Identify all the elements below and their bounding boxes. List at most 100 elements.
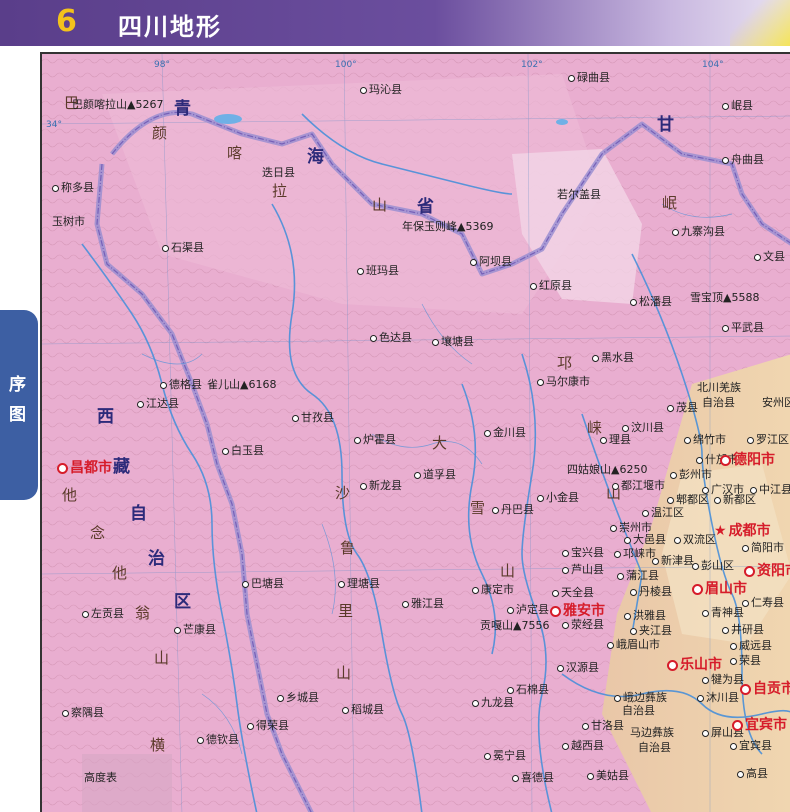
place-label[interactable]: 犍为县 [702,674,744,686]
place-label[interactable]: 马边彝族 [630,727,674,739]
place-label[interactable]: 郫都区 [667,494,709,506]
place-label[interactable]: 色达县 [370,332,412,344]
place-label[interactable]: 天全县 [552,587,594,599]
place-label[interactable]: 丹巴县 [492,504,534,516]
city-label[interactable]: 昌都市 [57,457,112,477]
place-label[interactable]: 炉霍县 [354,434,396,446]
place-label[interactable]: 碌曲县 [568,72,610,84]
place-label[interactable]: 喜德县 [512,772,554,784]
place-label[interactable]: 夹江县 [630,625,672,637]
place-label[interactable]: 迭日县 [262,167,295,179]
place-label[interactable]: 蒲江县 [617,570,659,582]
place-label[interactable]: 九龙县 [472,697,514,709]
place-label[interactable]: 理塘县 [338,578,380,590]
place-label[interactable]: 察隅县 [62,707,104,719]
place-label[interactable]: 巴颜喀拉山▲5267 [72,99,163,111]
place-label[interactable]: 井研县 [722,624,764,636]
place-label[interactable]: 称多县 [52,182,94,194]
place-label[interactable]: 高度表 [84,772,117,784]
place-label[interactable]: 越西县 [562,740,604,752]
place-label[interactable]: 简阳市 [742,542,784,554]
city-label[interactable]: 自贡市 [740,678,790,698]
place-label[interactable]: 安州区 [762,397,790,409]
place-label[interactable]: 甘孜县 [292,412,334,424]
place-label[interactable]: 沐川县 [697,692,739,704]
place-label[interactable]: 青神县 [702,607,744,619]
place-label[interactable]: 峨眉山市 [607,639,660,651]
place-label[interactable]: 荥经县 [562,619,604,631]
place-label[interactable]: 自治县 [702,397,735,409]
place-label[interactable]: 文县 [754,251,785,263]
place-label[interactable]: 雅江县 [402,598,444,610]
place-label[interactable]: 宝兴县 [562,547,604,559]
place-label[interactable]: 仁寿县 [742,597,784,609]
place-label[interactable]: 白玉县 [222,445,264,457]
place-label[interactable]: 甘洛县 [582,720,624,732]
place-label[interactable]: 阿坝县 [470,256,512,268]
place-label[interactable]: 得荣县 [247,720,289,732]
place-label[interactable]: 康定市 [472,584,514,596]
place-label[interactable]: 峨边彝族 [614,692,667,704]
place-label[interactable]: 舟曲县 [722,154,764,166]
place-label[interactable]: 乡城县 [277,692,319,704]
place-label[interactable]: 自治县 [638,742,671,754]
place-label[interactable]: 玉树市 [52,216,85,228]
place-label[interactable]: 道孚县 [414,469,456,481]
place-label[interactable]: 大邑县 [624,534,666,546]
place-label[interactable]: 金川县 [484,427,526,439]
place-label[interactable]: 邛崃市 [614,548,656,560]
place-label[interactable]: 洪雅县 [624,610,666,622]
place-label[interactable]: 黑水县 [592,352,634,364]
place-label[interactable]: 美姑县 [587,770,629,782]
place-label[interactable]: 双流区 [674,534,716,546]
place-label[interactable]: 左贡县 [82,608,124,620]
place-label[interactable]: 小金县 [537,492,579,504]
place-label[interactable]: 德格县 [160,379,202,391]
place-label[interactable]: 汉源县 [557,662,599,674]
place-label[interactable]: 平武县 [722,322,764,334]
place-label[interactable]: 高县 [737,768,768,780]
place-label[interactable]: 马尔康市 [537,376,590,388]
city-label[interactable]: ★ 成都市 [714,520,771,540]
place-label[interactable]: 巴塘县 [242,578,284,590]
terrain-map[interactable]: 98° 100° 102° 104° 34° 青海省甘西藏自治区巴颜喀拉山岷邛崃山大雪山沙… [40,52,790,812]
city-label[interactable]: 德阳市 [720,449,775,469]
place-label[interactable]: 石渠县 [162,242,204,254]
place-label[interactable]: 彭州市 [670,469,712,481]
side-tab[interactable]: 序 图 [0,310,38,500]
place-label[interactable]: 彭山区 [692,560,734,572]
place-label[interactable]: 中江县 [750,484,790,496]
city-label[interactable]: 资阳市 [744,560,790,580]
place-label[interactable]: 班玛县 [357,265,399,277]
city-label[interactable]: 雅安市 [550,600,605,620]
place-label[interactable]: 威远县 [730,640,772,652]
place-label[interactable]: 茂县 [667,402,698,414]
place-label[interactable]: 泸定县 [507,604,549,616]
place-label[interactable]: 红原县 [530,280,572,292]
place-label[interactable]: 宜宾县 [730,740,772,752]
place-label[interactable]: 壤塘县 [432,336,474,348]
place-label[interactable]: 荣县 [730,655,761,667]
place-label[interactable]: 贡嘎山▲7556 [480,620,549,632]
place-label[interactable]: 四姑娘山▲6250 [567,464,647,476]
place-label[interactable]: 岷县 [722,100,753,112]
place-label[interactable]: 玛沁县 [360,84,402,96]
place-label[interactable]: 新津县 [652,555,694,567]
place-label[interactable]: 芦山县 [562,564,604,576]
place-label[interactable]: 罗江区 [747,434,789,446]
place-label[interactable]: 温江区 [642,507,684,519]
place-label[interactable]: 石棉县 [507,684,549,696]
city-label[interactable]: 宜宾市 [732,714,787,734]
place-label[interactable]: 雪宝顶▲5588 [690,292,759,304]
place-label[interactable]: 九寨沟县 [672,226,725,238]
place-label[interactable]: 冕宁县 [484,750,526,762]
place-label[interactable]: 若尔盖县 [557,189,601,201]
place-label[interactable]: 丹棱县 [630,586,672,598]
place-label[interactable]: 年保玉则峰▲5369 [402,221,493,233]
place-label[interactable]: 德钦县 [197,734,239,746]
place-label[interactable]: 雀儿山▲6168 [207,379,276,391]
place-label[interactable]: 松潘县 [630,296,672,308]
place-label[interactable]: 江达县 [137,398,179,410]
place-label[interactable]: 新龙县 [360,480,402,492]
place-label[interactable]: 北川羌族 [697,382,741,394]
